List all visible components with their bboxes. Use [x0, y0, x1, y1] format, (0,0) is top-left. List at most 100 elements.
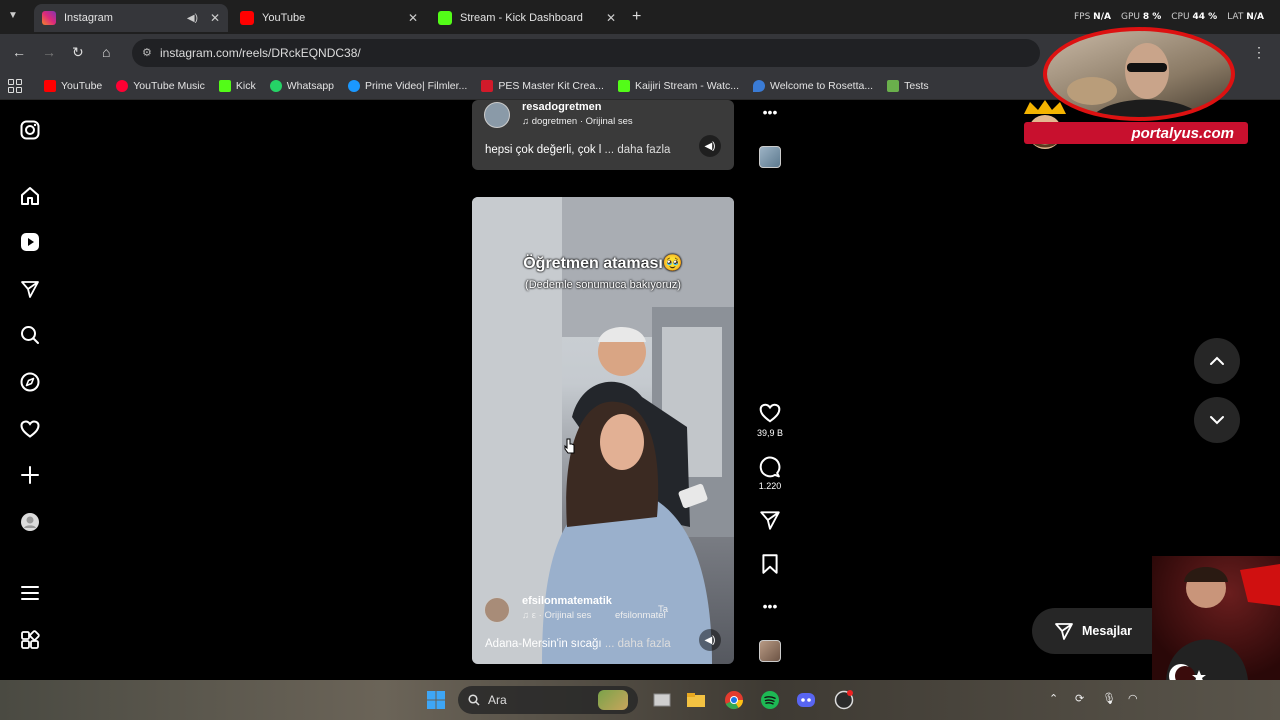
like-button[interactable] — [758, 402, 782, 429]
explore-icon[interactable] — [19, 371, 41, 393]
site-info-icon[interactable]: ⚙ — [142, 46, 152, 59]
reload-icon[interactable]: ↻ — [72, 44, 84, 61]
reel-more-options-icon[interactable]: ••• — [758, 598, 782, 614]
pes-master-icon — [481, 79, 494, 92]
close-tab-icon[interactable]: ✕ — [210, 11, 220, 25]
next-reel-button[interactable] — [1194, 397, 1240, 443]
create-icon[interactable] — [19, 464, 41, 486]
previous-reel-button[interactable] — [1194, 338, 1240, 384]
comment-button[interactable] — [758, 456, 782, 483]
messages-icon[interactable] — [19, 278, 41, 300]
microphone-icon[interactable]: 🎙 — [1102, 692, 1116, 705]
speaker-icon[interactable]: ◀) — [187, 13, 198, 24]
youtube-favicon-icon — [240, 11, 254, 25]
tab-title: Stream - Kick Dashboard — [460, 12, 583, 24]
apps-grid-icon[interactable] — [8, 78, 22, 93]
reel-video[interactable]: Öğretmen ataması🥹 (Dedemle sonumuca bakı… — [472, 197, 734, 664]
tab-instagram[interactable]: Instagram ◀) ✕ — [34, 4, 228, 32]
comment-icon — [759, 456, 781, 478]
profile-icon[interactable] — [19, 511, 41, 533]
instagram-logo-icon[interactable] — [19, 119, 41, 141]
streamer-flag-overlay — [1152, 556, 1280, 688]
address-bar[interactable]: ⚙ instagram.com/reels/DRckEQNDC38/ — [132, 39, 1040, 67]
cpu-readout: CPU 44 % — [1171, 12, 1218, 22]
tab-kick[interactable]: Stream - Kick Dashboard ✕ — [430, 4, 624, 32]
bookmark-whatsapp[interactable]: Whatsapp — [269, 79, 334, 92]
video-watermark-top: Ta — [658, 604, 669, 615]
share-button[interactable] — [758, 509, 782, 536]
performance-hud: FPS N/A GPU 8 % CPU 44 % LAT N/A — [1074, 12, 1264, 22]
volume-icon[interactable]: ◀) — [699, 629, 721, 651]
back-icon[interactable]: ← — [12, 44, 26, 60]
reel-audio[interactable]: ♫ dogretmen · Orijinal ses — [522, 116, 633, 127]
bookmark-kick[interactable]: Kick — [218, 79, 256, 92]
fps-readout: FPS N/A — [1073, 12, 1111, 22]
reel-previous[interactable]: resadogretmen ♫ dogretmen · Orijinal ses… — [472, 100, 734, 170]
bookmark-prime-video[interactable]: Prime Video| Filmler... — [348, 79, 467, 92]
comment-count: 1.220 — [758, 481, 782, 491]
sync-icon[interactable]: ⟳ — [1075, 692, 1084, 705]
bookmark-rosetta[interactable]: Welcome to Rosetta... — [753, 79, 873, 92]
bookmark-youtube[interactable]: YouTube — [44, 79, 102, 92]
save-button[interactable] — [758, 553, 782, 580]
prime-video-icon — [348, 79, 360, 92]
close-tab-icon[interactable]: ✕ — [408, 11, 418, 25]
tab-strip: ▼ Instagram ◀) ✕ YouTube ✕ Stream - Kick… — [0, 0, 1280, 34]
discord-icon[interactable] — [796, 690, 816, 710]
cursor-hand-icon — [564, 438, 575, 454]
browser-menu-icon[interactable]: ⋮ — [1252, 44, 1266, 61]
tab-search-icon[interactable]: ▼ — [8, 10, 18, 21]
avatar[interactable] — [484, 102, 510, 128]
lat-readout: LAT N/A — [1227, 12, 1264, 22]
reel-audio[interactable]: ♫ ε · Orijinal ses — [522, 610, 591, 621]
reels-icon[interactable] — [19, 231, 41, 253]
home-icon[interactable]: ⌂ — [102, 44, 110, 60]
rosetta-icon — [753, 79, 765, 92]
more-link[interactable]: ... daha fazla — [605, 144, 671, 156]
spotify-icon[interactable] — [760, 690, 780, 710]
reel-username[interactable]: resadogretmen — [522, 101, 601, 113]
bookmark-kaijiri[interactable]: Kaijiri Stream - Watc... — [617, 79, 739, 92]
taskbar-search-placeholder: Ara — [488, 693, 507, 707]
music-note-icon: ♫ — [522, 610, 532, 621]
reel-more-options-icon[interactable]: ••• — [758, 104, 782, 120]
forward-icon[interactable]: → — [42, 44, 56, 60]
volume-icon[interactable]: ◀) — [699, 135, 721, 157]
avatar[interactable] — [484, 597, 510, 623]
chrome-icon[interactable] — [724, 690, 744, 710]
tab-youtube[interactable]: YouTube ✕ — [232, 4, 426, 32]
new-tab-button[interactable]: + — [632, 8, 641, 26]
messages-icon — [1055, 623, 1073, 640]
bookmark-icon — [762, 554, 778, 574]
windows-start-icon[interactable] — [426, 690, 446, 710]
apps-icon[interactable] — [19, 629, 41, 651]
more-link[interactable]: ... daha fazla — [605, 638, 671, 650]
bookmark-tests[interactable]: Tests — [887, 79, 929, 92]
search-icon — [468, 694, 480, 706]
heart-icon — [759, 403, 781, 423]
tray-overflow-icon[interactable]: ⌃ — [1049, 692, 1058, 705]
close-tab-icon[interactable]: ✕ — [606, 11, 616, 25]
kick-favicon-icon — [438, 11, 452, 25]
home-icon[interactable] — [19, 185, 41, 207]
messages-label: Mesajlar — [1082, 624, 1133, 638]
bookmark-pes-master[interactable]: PES Master Kit Crea... — [481, 79, 604, 92]
audio-thumbnail[interactable] — [759, 640, 781, 662]
search-icon[interactable] — [19, 324, 41, 346]
taskbar-search[interactable]: Ara — [458, 686, 638, 714]
url-text: instagram.com/reels/DRckEQNDC38/ — [160, 46, 361, 60]
wifi-icon[interactable]: ◠ — [1128, 692, 1138, 705]
heart-icon[interactable] — [19, 418, 41, 440]
audio-thumbnail[interactable] — [759, 146, 781, 168]
reel-username[interactable]: efsilonmatematik — [522, 595, 612, 607]
screen: ▼ Instagram ◀) ✕ YouTube ✕ Stream - Kick… — [0, 0, 1280, 720]
kick-icon — [218, 79, 231, 92]
video-overlay-subtitle: (Dedemle sonumuca bakıyoruz) — [525, 279, 681, 291]
share-icon — [760, 511, 780, 530]
bookmark-youtube-music[interactable]: YouTube Music — [116, 79, 205, 92]
taskbar — [0, 680, 1280, 720]
obs-icon[interactable] — [834, 690, 854, 710]
file-explorer-icon[interactable] — [686, 690, 706, 710]
menu-icon[interactable] — [19, 582, 41, 604]
task-view-icon[interactable] — [652, 690, 672, 710]
